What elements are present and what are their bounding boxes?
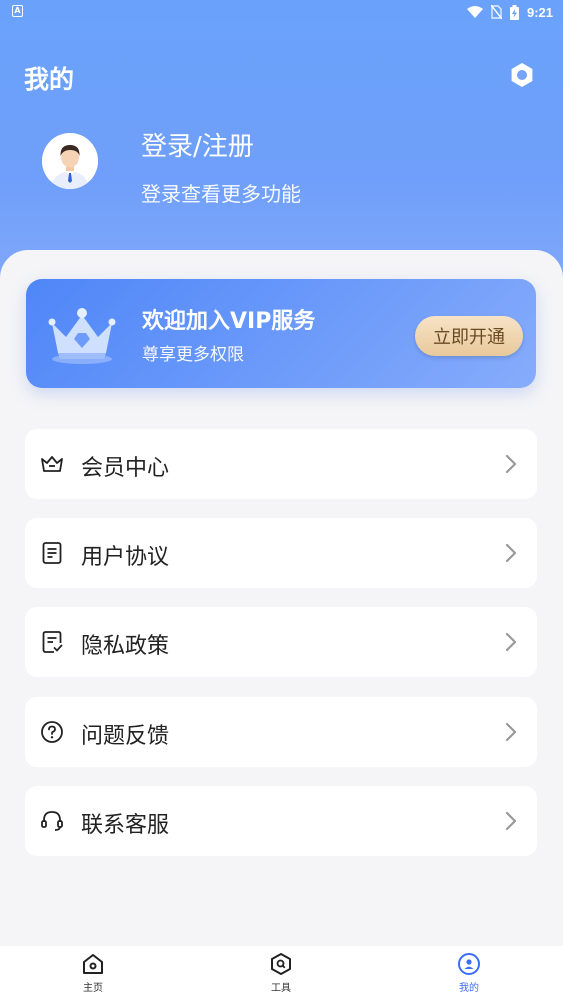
menu-item-label: 用户协议 xyxy=(81,545,170,570)
page-title: 我的 xyxy=(24,65,75,94)
document-check-icon xyxy=(42,631,63,653)
nav-tools[interactable]: 工具 xyxy=(241,950,321,998)
settings-hexagon-icon xyxy=(511,63,533,87)
avatar[interactable] xyxy=(42,133,98,189)
status-icons: 9:21 xyxy=(466,3,553,21)
vip-title: 欢迎加入VIP服务 xyxy=(142,309,316,334)
chevron-right-icon xyxy=(505,811,517,831)
profile-icon xyxy=(458,953,480,975)
user-avatar-icon xyxy=(42,133,98,189)
no-sim-icon xyxy=(490,5,502,19)
menu-item-label: 会员中心 xyxy=(81,456,170,481)
login-subtitle: 登录查看更多功能 xyxy=(141,182,301,206)
tools-hexagon-icon xyxy=(271,953,291,975)
headset-icon xyxy=(41,811,63,831)
vip-subtitle: 尊享更多权限 xyxy=(142,345,244,365)
question-circle-icon xyxy=(41,721,63,743)
menu-item-customer-service[interactable]: 联系客服 xyxy=(25,786,537,856)
menu-item-user-agreement[interactable]: 用户协议 xyxy=(25,518,537,588)
chevron-right-icon xyxy=(505,543,517,563)
nav-profile[interactable]: 我的 xyxy=(429,950,509,998)
menu-item-label: 联系客服 xyxy=(81,813,170,838)
menu-item-label: 隐私政策 xyxy=(81,634,170,659)
nav-label: 主页 xyxy=(83,983,103,994)
nav-label: 工具 xyxy=(271,983,291,994)
settings-button[interactable] xyxy=(508,61,536,89)
nav-label: 我的 xyxy=(459,983,479,994)
vip-banner[interactable]: 欢迎加入VIP服务 尊享更多权限 立即开通 xyxy=(26,279,536,388)
crown-icon xyxy=(48,308,116,364)
nav-home[interactable]: 主页 xyxy=(53,950,133,998)
menu-item-label: 问题反馈 xyxy=(81,724,170,749)
battery-charging-icon xyxy=(509,4,519,20)
document-icon xyxy=(42,542,62,564)
chevron-right-icon xyxy=(505,454,517,474)
wifi-icon xyxy=(466,5,483,18)
menu-item-privacy-policy[interactable]: 隐私政策 xyxy=(25,607,537,677)
chevron-right-icon xyxy=(505,722,517,742)
menu-item-feedback[interactable]: 问题反馈 xyxy=(25,697,537,767)
chevron-right-icon xyxy=(505,632,517,652)
bottom-navigation: 主页 工具 我的 xyxy=(0,946,563,1000)
activate-vip-button[interactable]: 立即开通 xyxy=(415,316,523,356)
menu-item-member-center[interactable]: 会员中心 xyxy=(25,429,537,499)
home-icon xyxy=(83,954,103,974)
notification-a-icon: A xyxy=(12,5,23,17)
status-bar: A 9:21 xyxy=(0,0,563,24)
status-time: 9:21 xyxy=(526,4,553,20)
crown-outline-icon xyxy=(41,456,63,472)
login-register-link[interactable]: 登录/注册 xyxy=(141,126,254,163)
